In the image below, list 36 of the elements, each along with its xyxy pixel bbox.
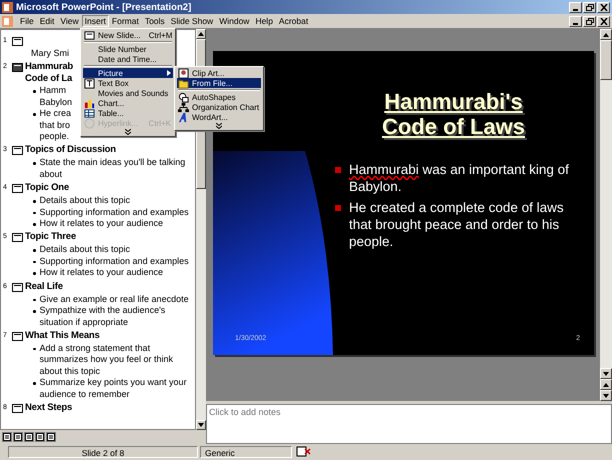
outline-text: Hamm — [40, 85, 67, 97]
outline-text: Mary Smi — [31, 48, 69, 60]
outline-text: How it relates to your audience — [40, 267, 164, 279]
outline-title: Hammurab — [25, 61, 74, 74]
outline-text: How it relates to your audience — [40, 218, 164, 230]
outline-text: that bro — [40, 120, 72, 132]
outline-title: Real Life — [25, 280, 63, 293]
outline-text: Supporting information and examples — [40, 206, 189, 218]
outline-title: Topic One — [25, 182, 69, 194]
outline-text: Supporting information and examples — [40, 256, 189, 268]
slide-bullet-text: Hammurabi was an important king of Babylon. — [349, 161, 570, 195]
outline-text: Summarize key points you want your — [40, 377, 187, 389]
outline-text: situation if appropriate — [40, 316, 130, 328]
slide-bullet-text: He created a complete code of laws that brought peace and order to his people. — [349, 199, 565, 250]
outline-text: He crea — [40, 108, 72, 120]
outline-text: about — [40, 168, 64, 180]
outline-title: Topics of Discussion — [25, 144, 116, 156]
slide-title: Hammurabi's Code of Laws — [380, 89, 526, 139]
outline-title: What This Means — [25, 330, 100, 342]
outline-text: people. — [40, 131, 70, 142]
outline-text: Details about this topic — [40, 244, 130, 256]
outline-title: Next Steps — [25, 402, 72, 414]
outline-text: Give an example or real life anecdote — [40, 294, 189, 306]
outline-text: Add a strong statement that — [40, 342, 152, 354]
outline-text: State the main ideas you'll be talking — [40, 157, 186, 169]
outline-text: Babylon — [40, 96, 72, 108]
outline-text: Sympathize with the audience's — [40, 305, 166, 316]
status-text: Generic — [200, 446, 292, 458]
window-title: Microsoft PowerPoint - [Presentation2] — [16, 2, 192, 12]
status-text: Slide 2 of 8 — [8, 446, 198, 458]
outline-title: Code of La — [25, 73, 74, 86]
outline-text: Details about this topic — [40, 195, 130, 207]
outline-title: Topic Three — [25, 231, 76, 244]
outline-text: audience to remember — [40, 388, 131, 400]
outline-text: about this topic — [40, 366, 102, 378]
outline-text: summarizes how you feel or think — [40, 354, 174, 366]
